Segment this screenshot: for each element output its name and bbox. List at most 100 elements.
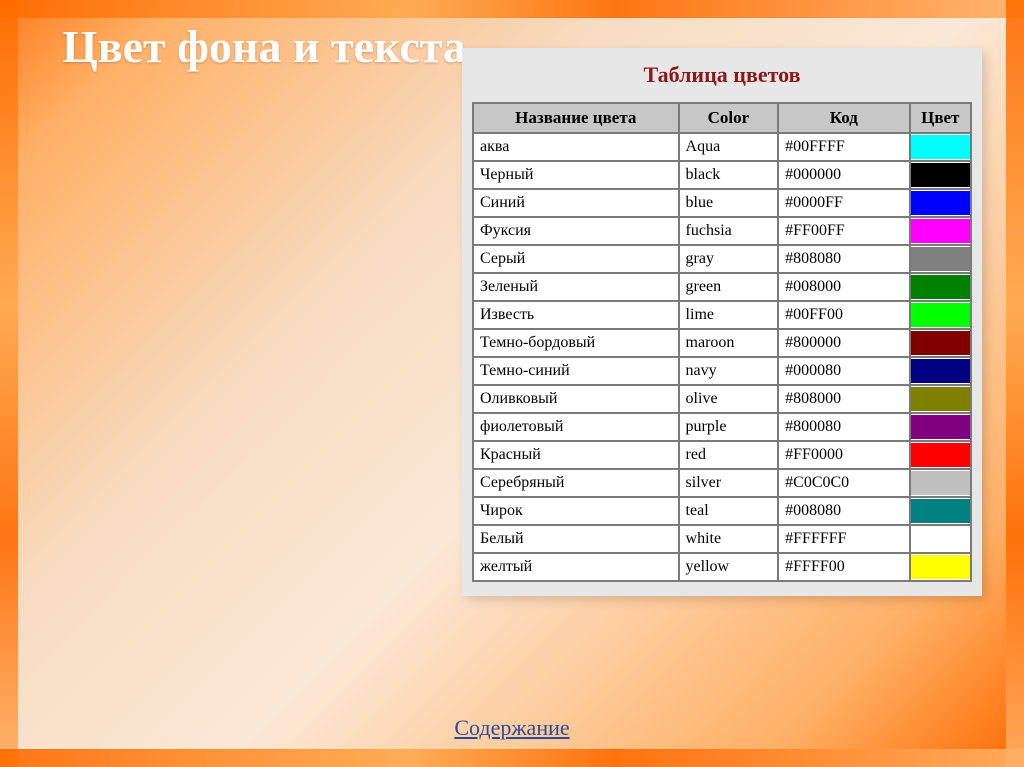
cell-swatch bbox=[910, 301, 971, 329]
cell-ru-name: Черный bbox=[473, 161, 679, 189]
table-row: Черныйblack#000000 bbox=[473, 161, 971, 189]
cell-ru-name: Темно-синий bbox=[473, 357, 679, 385]
header-code: Код bbox=[778, 103, 909, 133]
cell-hex-code: #C0C0C0 bbox=[778, 469, 909, 497]
cell-ru-name: фиолетовый bbox=[473, 413, 679, 441]
slide: Цвет фона и текста Таблица цветов Назван… bbox=[0, 0, 1024, 767]
cell-color-name: red bbox=[679, 441, 779, 469]
table-row: Синийblue#0000FF bbox=[473, 189, 971, 217]
cell-color-name: white bbox=[679, 525, 779, 553]
table-row: Чирокteal#008080 bbox=[473, 497, 971, 525]
header-ru-name: Название цвета bbox=[473, 103, 679, 133]
cell-ru-name: Белый bbox=[473, 525, 679, 553]
table-row: Красныйred#FF0000 bbox=[473, 441, 971, 469]
cell-swatch bbox=[910, 385, 971, 413]
cell-hex-code: #000000 bbox=[778, 161, 909, 189]
cell-swatch bbox=[910, 273, 971, 301]
cell-color-name: green bbox=[679, 273, 779, 301]
color-swatch bbox=[911, 135, 970, 159]
cell-color-name: teal bbox=[679, 497, 779, 525]
panel-title: Таблица цветов bbox=[472, 62, 972, 88]
color-swatch bbox=[911, 191, 970, 215]
cell-ru-name: желтый bbox=[473, 553, 679, 581]
color-table: Название цвета Color Код Цвет акваAqua#0… bbox=[472, 102, 972, 582]
slide-title: Цвет фона и текста bbox=[62, 22, 482, 72]
table-row: Серыйgray#808080 bbox=[473, 245, 971, 273]
table-row: акваAqua#00FFFF bbox=[473, 133, 971, 161]
cell-hex-code: #FF0000 bbox=[778, 441, 909, 469]
color-swatch bbox=[911, 471, 970, 495]
cell-color-name: yellow bbox=[679, 553, 779, 581]
cell-swatch bbox=[910, 161, 971, 189]
cell-color-name: navy bbox=[679, 357, 779, 385]
cell-ru-name: аква bbox=[473, 133, 679, 161]
color-swatch bbox=[911, 499, 970, 523]
cell-ru-name: Синий bbox=[473, 189, 679, 217]
color-table-panel: Таблица цветов Название цвета Color Код … bbox=[462, 48, 982, 596]
cell-hex-code: #00FF00 bbox=[778, 301, 909, 329]
color-swatch bbox=[911, 555, 970, 579]
cell-hex-code: #808080 bbox=[778, 245, 909, 273]
cell-color-name: silver bbox=[679, 469, 779, 497]
cell-swatch bbox=[910, 329, 971, 357]
cell-ru-name: Чирок bbox=[473, 497, 679, 525]
cell-swatch bbox=[910, 497, 971, 525]
cell-hex-code: #0000FF bbox=[778, 189, 909, 217]
cell-swatch bbox=[910, 525, 971, 553]
color-swatch bbox=[911, 275, 970, 299]
table-row: Темно-бордовыйmaroon#800000 bbox=[473, 329, 971, 357]
cell-swatch bbox=[910, 133, 971, 161]
table-row: Фуксияfuchsia#FF00FF bbox=[473, 217, 971, 245]
cell-color-name: lime bbox=[679, 301, 779, 329]
cell-hex-code: #FF00FF bbox=[778, 217, 909, 245]
cell-ru-name: Зеленый bbox=[473, 273, 679, 301]
contents-link[interactable]: Содержание bbox=[454, 715, 569, 741]
cell-swatch bbox=[910, 217, 971, 245]
cell-color-name: olive bbox=[679, 385, 779, 413]
table-row: Серебряныйsilver#C0C0C0 bbox=[473, 469, 971, 497]
cell-ru-name: Красный bbox=[473, 441, 679, 469]
cell-color-name: gray bbox=[679, 245, 779, 273]
cell-hex-code: #808000 bbox=[778, 385, 909, 413]
color-swatch bbox=[911, 247, 970, 271]
color-swatch bbox=[911, 163, 970, 187]
cell-swatch bbox=[910, 413, 971, 441]
table-row: Белыйwhite#FFFFFF bbox=[473, 525, 971, 553]
cell-hex-code: #FFFF00 bbox=[778, 553, 909, 581]
cell-hex-code: #FFFFFF bbox=[778, 525, 909, 553]
cell-ru-name: Известь bbox=[473, 301, 679, 329]
cell-color-name: Aqua bbox=[679, 133, 779, 161]
color-swatch bbox=[911, 387, 970, 411]
table-row: Известьlime#00FF00 bbox=[473, 301, 971, 329]
cell-hex-code: #00FFFF bbox=[778, 133, 909, 161]
table-row: фиолетовыйpurple#800080 bbox=[473, 413, 971, 441]
color-swatch bbox=[911, 359, 970, 383]
cell-swatch bbox=[910, 553, 971, 581]
cell-ru-name: Оливковый bbox=[473, 385, 679, 413]
cell-hex-code: #008000 bbox=[778, 273, 909, 301]
header-color: Color bbox=[679, 103, 779, 133]
cell-swatch bbox=[910, 441, 971, 469]
table-row: Оливковыйolive#808000 bbox=[473, 385, 971, 413]
table-row: Зеленыйgreen#008000 bbox=[473, 273, 971, 301]
table-row: желтыйyellow#FFFF00 bbox=[473, 553, 971, 581]
cell-color-name: purple bbox=[679, 413, 779, 441]
cell-ru-name: Серый bbox=[473, 245, 679, 273]
cell-hex-code: #800000 bbox=[778, 329, 909, 357]
cell-color-name: blue bbox=[679, 189, 779, 217]
cell-swatch bbox=[910, 357, 971, 385]
color-swatch bbox=[911, 219, 970, 243]
frame-right bbox=[1006, 0, 1024, 767]
header-sample: Цвет bbox=[910, 103, 971, 133]
color-swatch bbox=[911, 527, 970, 551]
cell-ru-name: Фуксия bbox=[473, 217, 679, 245]
cell-ru-name: Серебряный bbox=[473, 469, 679, 497]
color-swatch bbox=[911, 303, 970, 327]
frame-left bbox=[0, 0, 18, 767]
color-swatch bbox=[911, 443, 970, 467]
table-header-row: Название цвета Color Код Цвет bbox=[473, 103, 971, 133]
cell-hex-code: #008080 bbox=[778, 497, 909, 525]
color-swatch bbox=[911, 331, 970, 355]
cell-hex-code: #800080 bbox=[778, 413, 909, 441]
cell-swatch bbox=[910, 189, 971, 217]
